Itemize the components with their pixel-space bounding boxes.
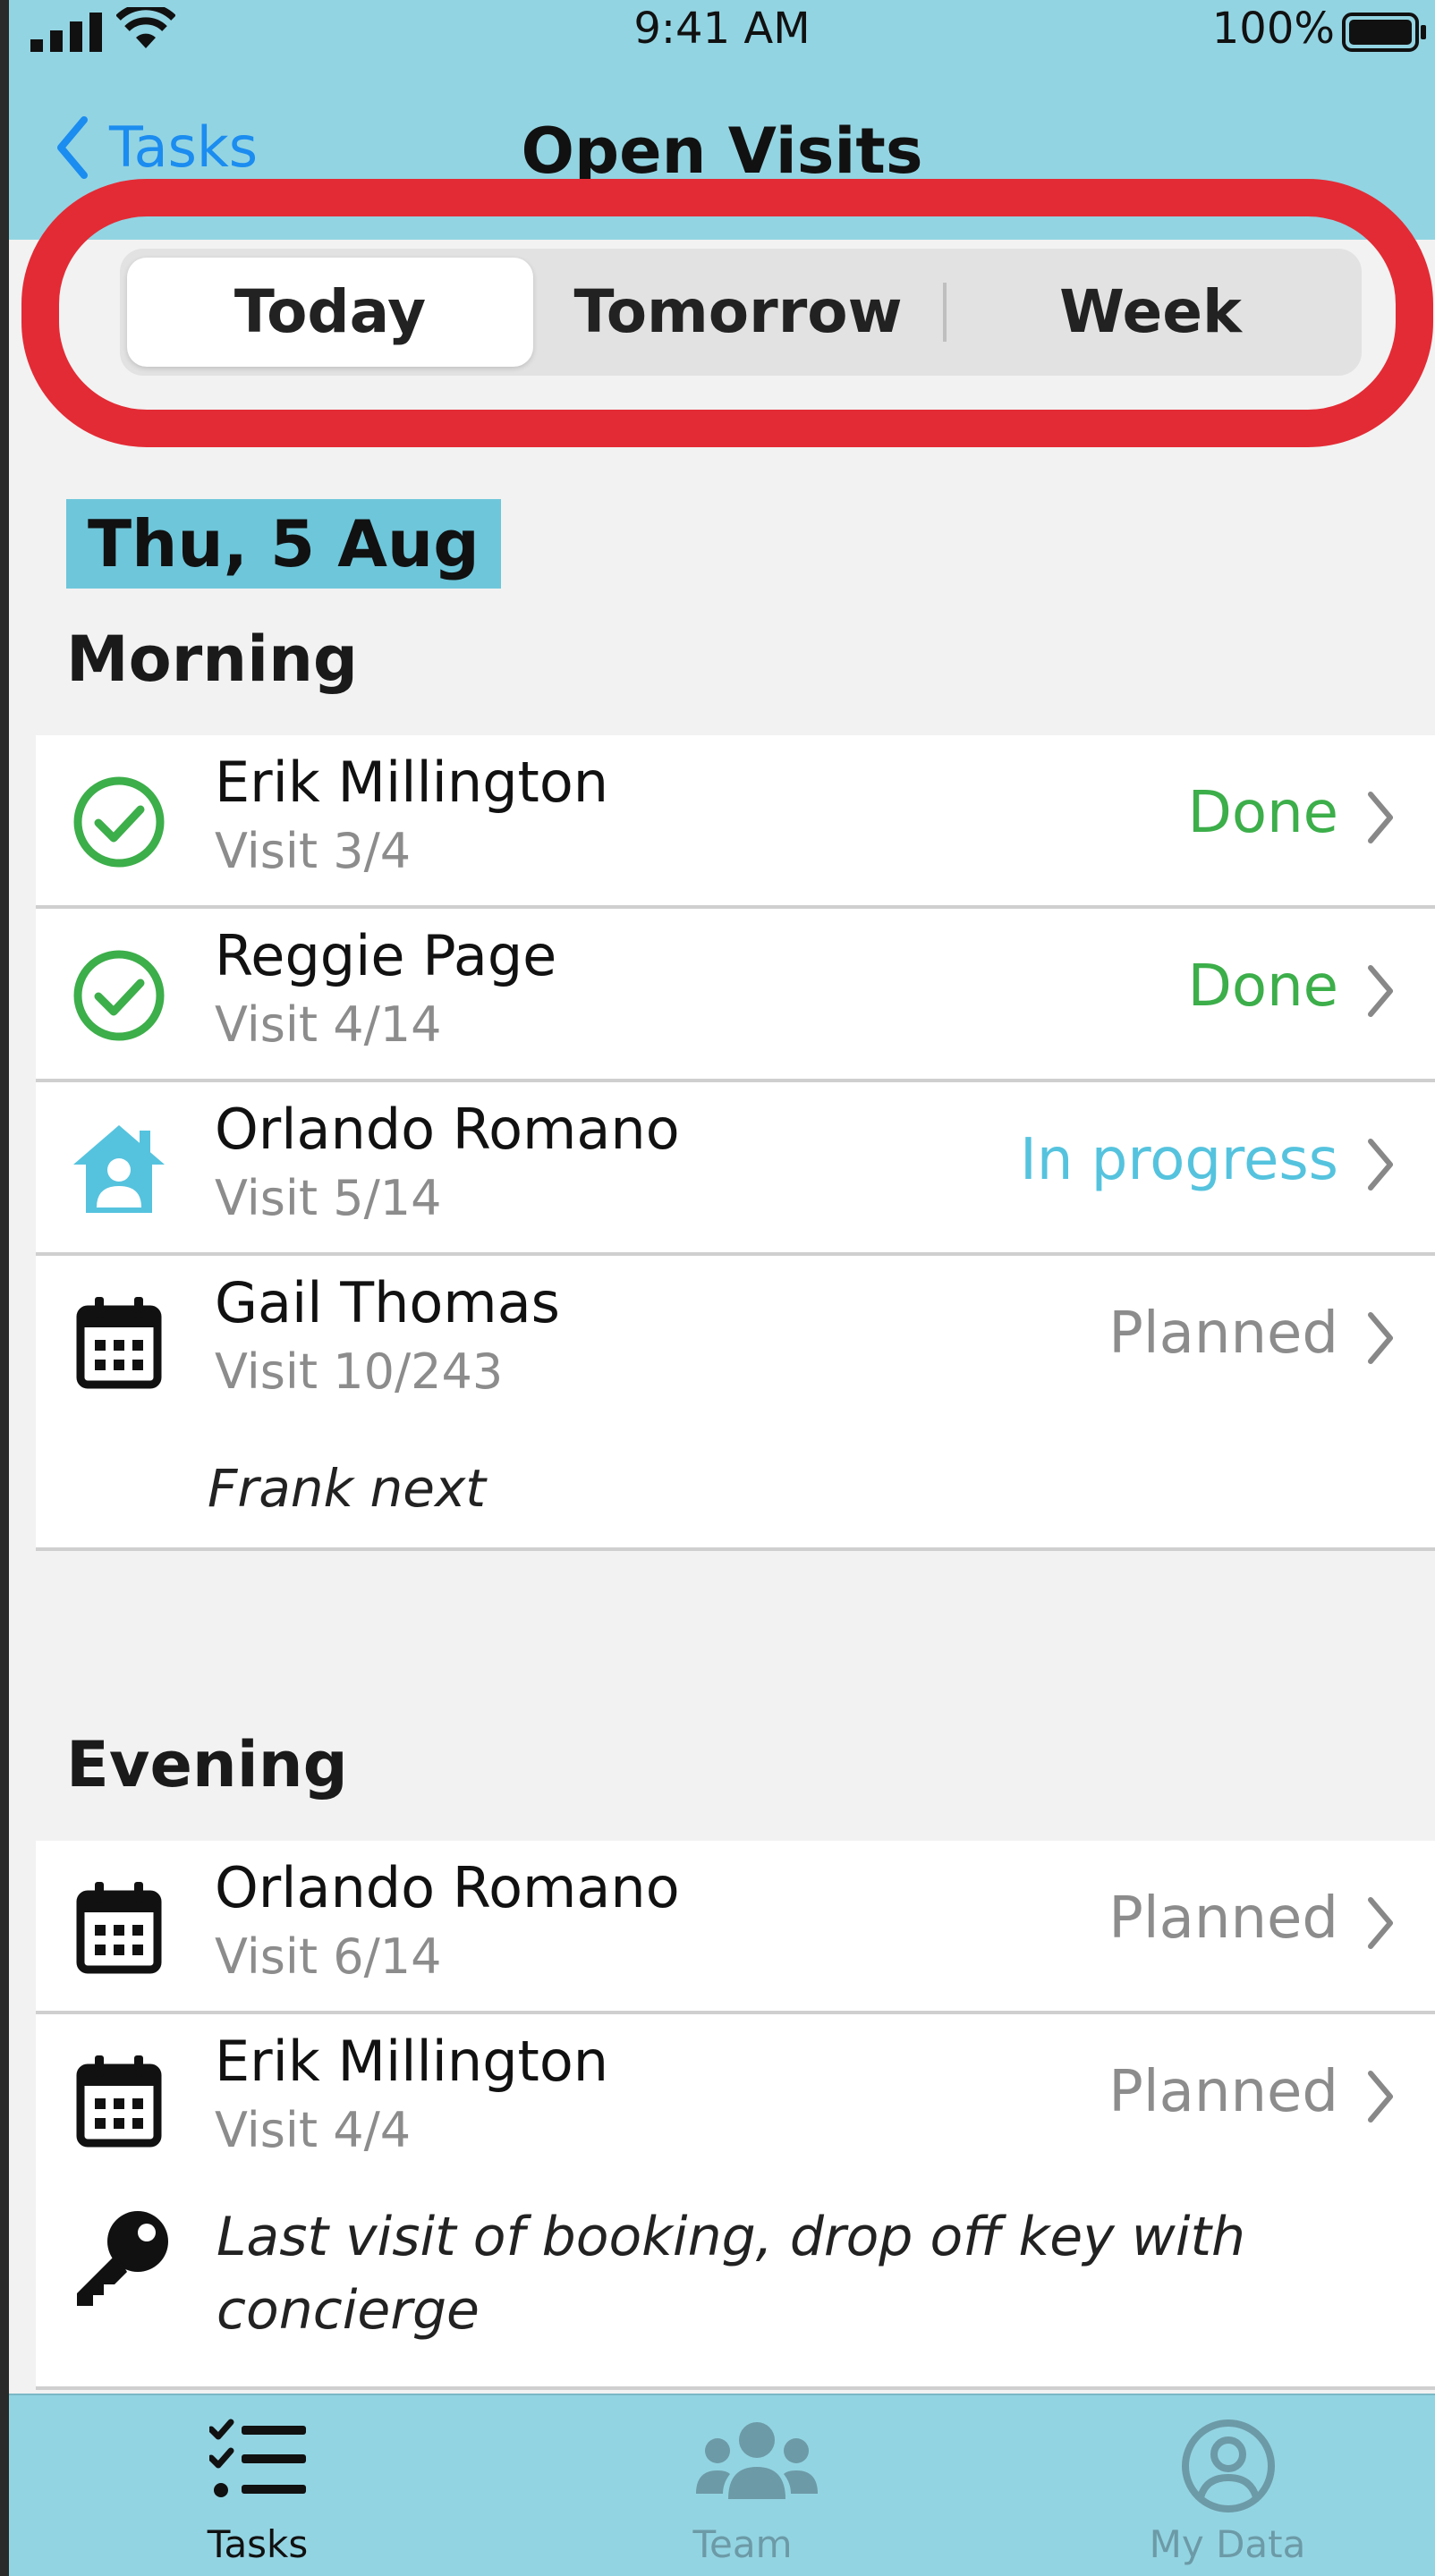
visit-count: Visit 10/243 (215, 1343, 504, 1400)
client-name: Reggie Page (215, 923, 557, 988)
visit-count: Visit 3/4 (215, 823, 412, 879)
client-name: Orlando Romano (215, 1097, 680, 1162)
status-in-progress: In progress (1019, 1127, 1338, 1193)
chevron-right-icon (1368, 1139, 1393, 1191)
visit-row[interactable]: Orlando Romano Visit 6/14 Planned (36, 1841, 1435, 2014)
section-title-morning: Morning (66, 623, 359, 696)
visit-count: Visit 5/14 (215, 1170, 442, 1226)
visit-count: Visit 4/14 (215, 996, 442, 1053)
visit-count: Visit 6/14 (215, 1928, 442, 1985)
visit-row[interactable]: Gail Thomas Visit 10/243 Planned Frank n… (36, 1256, 1435, 1551)
tab-bar: Tasks Team My Data (9, 2394, 1435, 2576)
chevron-right-icon (1368, 965, 1393, 1017)
status-planned: Planned (1108, 1301, 1338, 1367)
phone-screen: 9:41 AM 100% Tasks Open Visits Today Tom… (9, 0, 1435, 2576)
calendar-icon (76, 1882, 162, 1974)
visit-row[interactable]: Orlando Romano Visit 5/14 In progress (36, 1082, 1435, 1256)
battery-icon (1342, 13, 1426, 52)
chevron-right-icon (1368, 1312, 1393, 1364)
team-icon (696, 2422, 818, 2499)
tab-label: My Data (1149, 2522, 1306, 2566)
morning-visit-list: Erik Millington Visit 3/4 Done Reggie Pa… (36, 735, 1435, 1551)
calendar-icon (76, 1297, 162, 1389)
visit-note: Frank next (208, 1458, 487, 1519)
check-circle-icon (73, 950, 165, 1041)
calendar-icon (76, 2055, 162, 2148)
chevron-right-icon (1368, 1897, 1393, 1949)
key-icon (77, 2211, 168, 2306)
evening-visit-list: Orlando Romano Visit 6/14 Planned Erik M… (36, 1841, 1435, 2390)
battery-percent: 100% (1211, 4, 1335, 54)
annotation-highlight-ring (21, 179, 1433, 447)
check-circle-icon (73, 776, 165, 868)
house-person-icon (73, 1125, 165, 1213)
tab-label: Tasks (207, 2522, 309, 2566)
tab-team[interactable]: Team (608, 2395, 877, 2576)
visit-row[interactable]: Erik Millington Visit 3/4 Done (36, 735, 1435, 909)
chevron-right-icon (1368, 792, 1393, 843)
section-title-evening: Evening (66, 1728, 348, 1801)
status-done: Done (1187, 780, 1338, 846)
date-header: Thu, 5 Aug (66, 499, 501, 589)
chevron-right-icon (1368, 2071, 1393, 2123)
client-name: Orlando Romano (215, 1855, 680, 1920)
visit-count: Visit 4/4 (215, 2102, 412, 2158)
tasks-list-icon (209, 2419, 306, 2497)
visit-note: Last visit of booking, drop off key with… (217, 2206, 1246, 2342)
status-planned: Planned (1108, 2059, 1338, 2125)
user-circle-icon (1182, 2419, 1275, 2512)
status-planned: Planned (1108, 1885, 1338, 1952)
tab-tasks[interactable]: Tasks (123, 2395, 392, 2576)
visit-row[interactable]: Erik Millington Visit 4/4 Planned Last v… (36, 2014, 1435, 2390)
visit-row[interactable]: Reggie Page Visit 4/14 Done (36, 909, 1435, 1082)
client-name: Erik Millington (215, 750, 609, 815)
page-title: Open Visits (521, 114, 923, 188)
status-done: Done (1187, 953, 1338, 1020)
client-name: Gail Thomas (215, 1270, 560, 1335)
client-name: Erik Millington (215, 2029, 609, 2094)
tab-my-data[interactable]: My Data (1093, 2395, 1362, 2576)
tab-label: Team (692, 2522, 793, 2566)
